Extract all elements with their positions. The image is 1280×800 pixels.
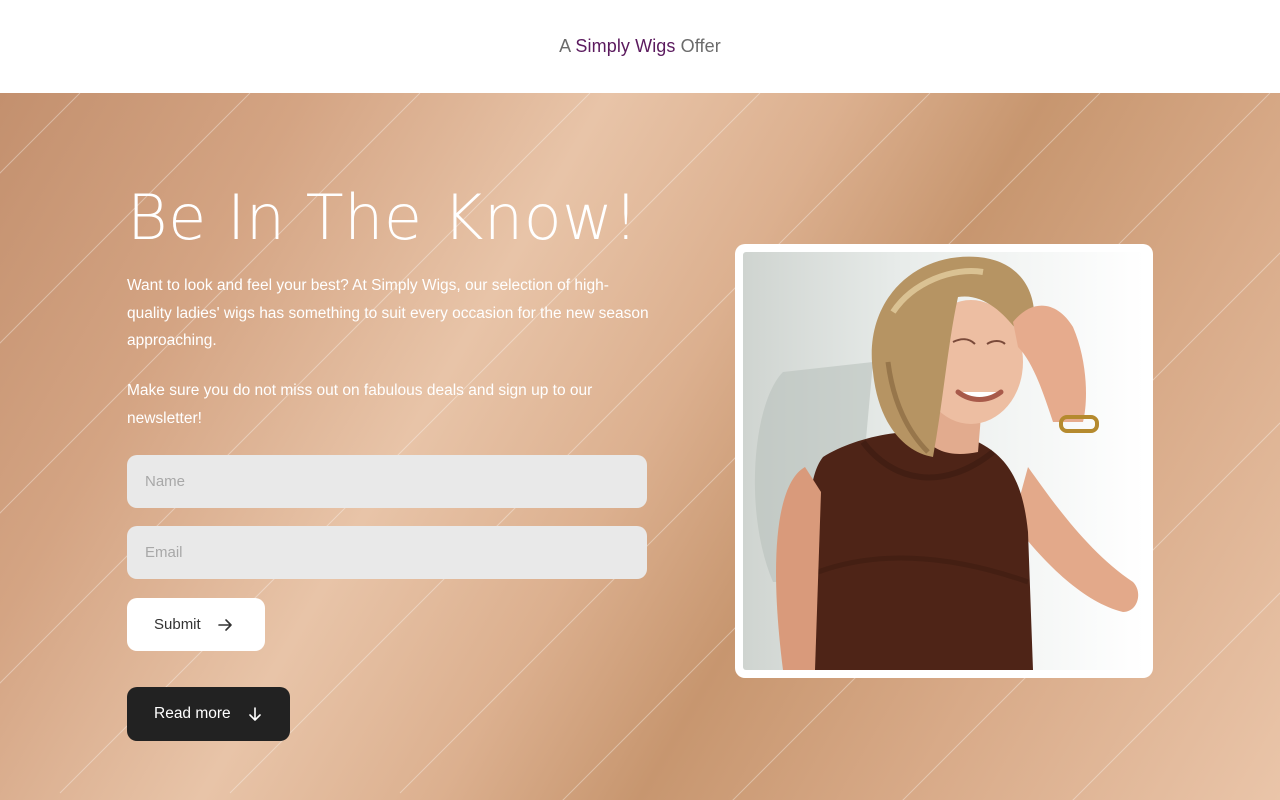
brand-name[interactable]: Simply Wigs xyxy=(575,36,675,56)
read-more-button[interactable]: Read more xyxy=(127,687,290,741)
arrow-down-icon xyxy=(248,707,261,721)
offer-banner-text: A Simply Wigs Offer xyxy=(559,36,721,57)
submit-button[interactable]: Submit xyxy=(127,598,265,651)
hero-signup-paragraph: Make sure you do not miss out on fabulou… xyxy=(127,382,593,427)
offer-prefix: A xyxy=(559,36,571,56)
model-photo xyxy=(743,252,1145,670)
woman-wig-illustration xyxy=(754,256,1139,670)
newsletter-hero: Be In The Know! Want to look and feel yo… xyxy=(0,93,1280,800)
name-placeholder: Name xyxy=(145,473,186,490)
hero-intro-paragraph: Want to look and feel your best? At Simp… xyxy=(127,277,649,349)
offer-header: A Simply Wigs Offer xyxy=(0,0,1280,93)
email-placeholder: Email xyxy=(145,544,183,561)
read-more-label: Read more xyxy=(154,705,231,722)
hero-title: Be In The Know! xyxy=(127,181,639,254)
name-input[interactable]: Name xyxy=(127,455,647,508)
offer-suffix: Offer xyxy=(680,36,721,56)
email-input[interactable]: Email xyxy=(127,526,647,579)
model-photo-frame xyxy=(735,244,1153,678)
submit-label: Submit xyxy=(154,616,201,633)
arrow-right-icon xyxy=(217,618,232,631)
